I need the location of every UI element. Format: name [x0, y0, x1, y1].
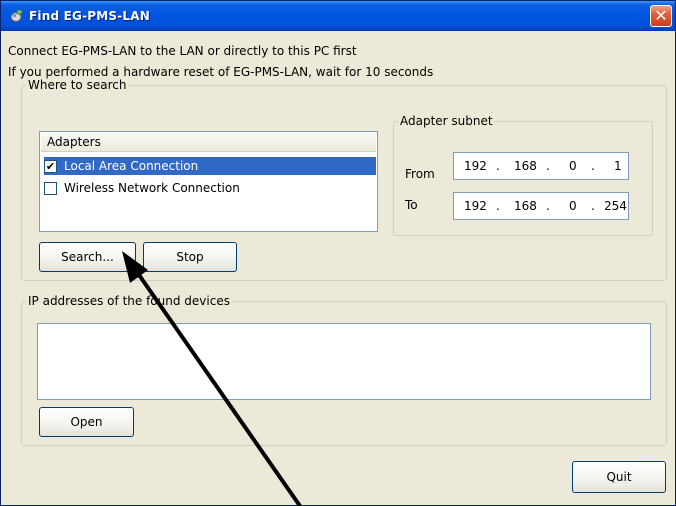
quit-button[interactable]: Quit — [572, 461, 666, 493]
from-label: From — [405, 167, 435, 181]
close-button[interactable]: ✕ — [650, 5, 672, 27]
to-label: To — [405, 198, 418, 212]
found-devices-list[interactable] — [37, 323, 651, 400]
from-ip-octet-4: 1 — [614, 159, 622, 173]
title-bar[interactable]: Find EG-PMS-LAN ✕ — [1, 1, 675, 31]
from-ip-dot-1: . — [496, 159, 500, 173]
from-ip-dot-2: . — [546, 159, 550, 173]
find-eg-pms-lan-window: Find EG-PMS-LAN ✕ Connect EG-PMS-LAN to … — [0, 0, 676, 506]
search-button[interactable]: Search... — [39, 242, 136, 272]
intro-line-1: Connect EG-PMS-LAN to the LAN or directl… — [8, 44, 357, 58]
adapter-label: Local Area Connection — [64, 159, 199, 173]
adapter-subnet-legend: Adapter subnet — [400, 114, 493, 128]
checkbox-unchecked-icon[interactable] — [44, 182, 57, 195]
from-ip-field[interactable]: 192 . 168 . 0 . 1 — [453, 152, 629, 180]
to-ip-dot-1: . — [496, 199, 500, 213]
from-ip-octet-3: 0 — [569, 159, 577, 173]
adapter-item-wireless-network-connection[interactable]: Wireless Network Connection — [44, 179, 376, 197]
intro-line-2: If you performed a hardware reset of EG-… — [8, 65, 434, 79]
to-ip-dot-3: . — [591, 199, 595, 213]
to-ip-octet-3: 0 — [569, 199, 577, 213]
open-button[interactable]: Open — [39, 407, 134, 437]
adapters-list[interactable]: Adapters ✔ Local Area Connection Wireles… — [39, 131, 378, 232]
to-ip-octet-4: 254 — [604, 199, 627, 213]
close-icon: ✕ — [654, 6, 668, 25]
from-ip-dot-3: . — [591, 159, 595, 173]
from-ip-octet-1: 192 — [464, 159, 487, 173]
adapter-item-local-area-connection[interactable]: ✔ Local Area Connection — [44, 157, 376, 175]
stop-button[interactable]: Stop — [143, 242, 237, 272]
where-to-search-legend: Where to search — [28, 78, 127, 92]
adapters-column-header[interactable]: Adapters — [41, 133, 376, 152]
from-ip-octet-2: 168 — [514, 159, 537, 173]
to-ip-octet-1: 192 — [464, 199, 487, 213]
app-icon — [10, 9, 23, 22]
to-ip-octet-2: 168 — [514, 199, 537, 213]
checkbox-checked-icon[interactable]: ✔ — [44, 160, 57, 173]
window-title: Find EG-PMS-LAN — [29, 9, 150, 23]
to-ip-field[interactable]: 192 . 168 . 0 . 254 — [453, 192, 629, 220]
to-ip-dot-2: . — [546, 199, 550, 213]
found-devices-legend: IP addresses of the found devices — [28, 294, 230, 308]
adapter-label: Wireless Network Connection — [64, 181, 240, 195]
